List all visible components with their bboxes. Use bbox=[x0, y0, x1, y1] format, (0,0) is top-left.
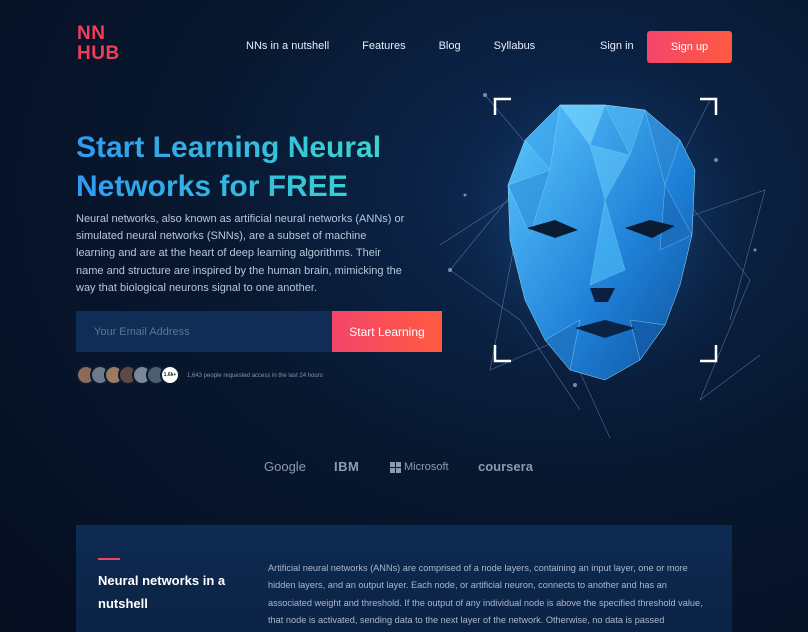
avatar-stack: 1.6k+ bbox=[76, 365, 180, 385]
start-learning-button[interactable]: Start Learning bbox=[332, 311, 442, 352]
partner-logos: Google IBM Microsoft coursera bbox=[264, 459, 554, 479]
section-accent-rule bbox=[98, 558, 120, 560]
microsoft-logo: Microsoft bbox=[390, 461, 449, 473]
microsoft-label: Microsoft bbox=[404, 461, 449, 473]
hero-title: Start Learning Neural Networks for FREE bbox=[76, 128, 416, 206]
email-input[interactable] bbox=[76, 311, 332, 352]
signin-link[interactable]: Sign in bbox=[600, 40, 634, 52]
ibm-logo: IBM bbox=[334, 459, 360, 474]
avatar-count-badge: 1.6k+ bbox=[160, 365, 180, 385]
access-count-text: 1,643 people requested access in the las… bbox=[187, 373, 323, 379]
google-logo: Google bbox=[264, 459, 306, 474]
nav-item-syllabus[interactable]: Syllabus bbox=[494, 40, 536, 52]
logo-line2: HUB bbox=[77, 43, 120, 64]
nav-item-blog[interactable]: Blog bbox=[439, 40, 461, 52]
section-title: Neural networks in a nutshell bbox=[98, 573, 226, 611]
nav-item-features[interactable]: Features bbox=[362, 40, 405, 52]
logo[interactable]: NN HUB bbox=[77, 24, 120, 64]
coursera-logo: coursera bbox=[478, 459, 533, 474]
nutshell-section: Neural networks in a nutshell Artificial… bbox=[76, 525, 732, 632]
section-body: Artificial neural networks (ANNs) are co… bbox=[268, 563, 703, 625]
windows-icon bbox=[390, 461, 401, 473]
hero-description: Neural networks, also known as artificia… bbox=[76, 213, 405, 294]
email-signup-form: Start Learning bbox=[76, 311, 442, 352]
nav-item-nns[interactable]: NNs in a nutshell bbox=[246, 40, 329, 52]
signup-button[interactable]: Sign up bbox=[647, 31, 732, 63]
logo-line1: NN bbox=[77, 23, 106, 44]
polygon-face-icon bbox=[439, 70, 766, 439]
main-nav: NNs in a nutshell Features Blog Syllabus bbox=[246, 40, 535, 52]
